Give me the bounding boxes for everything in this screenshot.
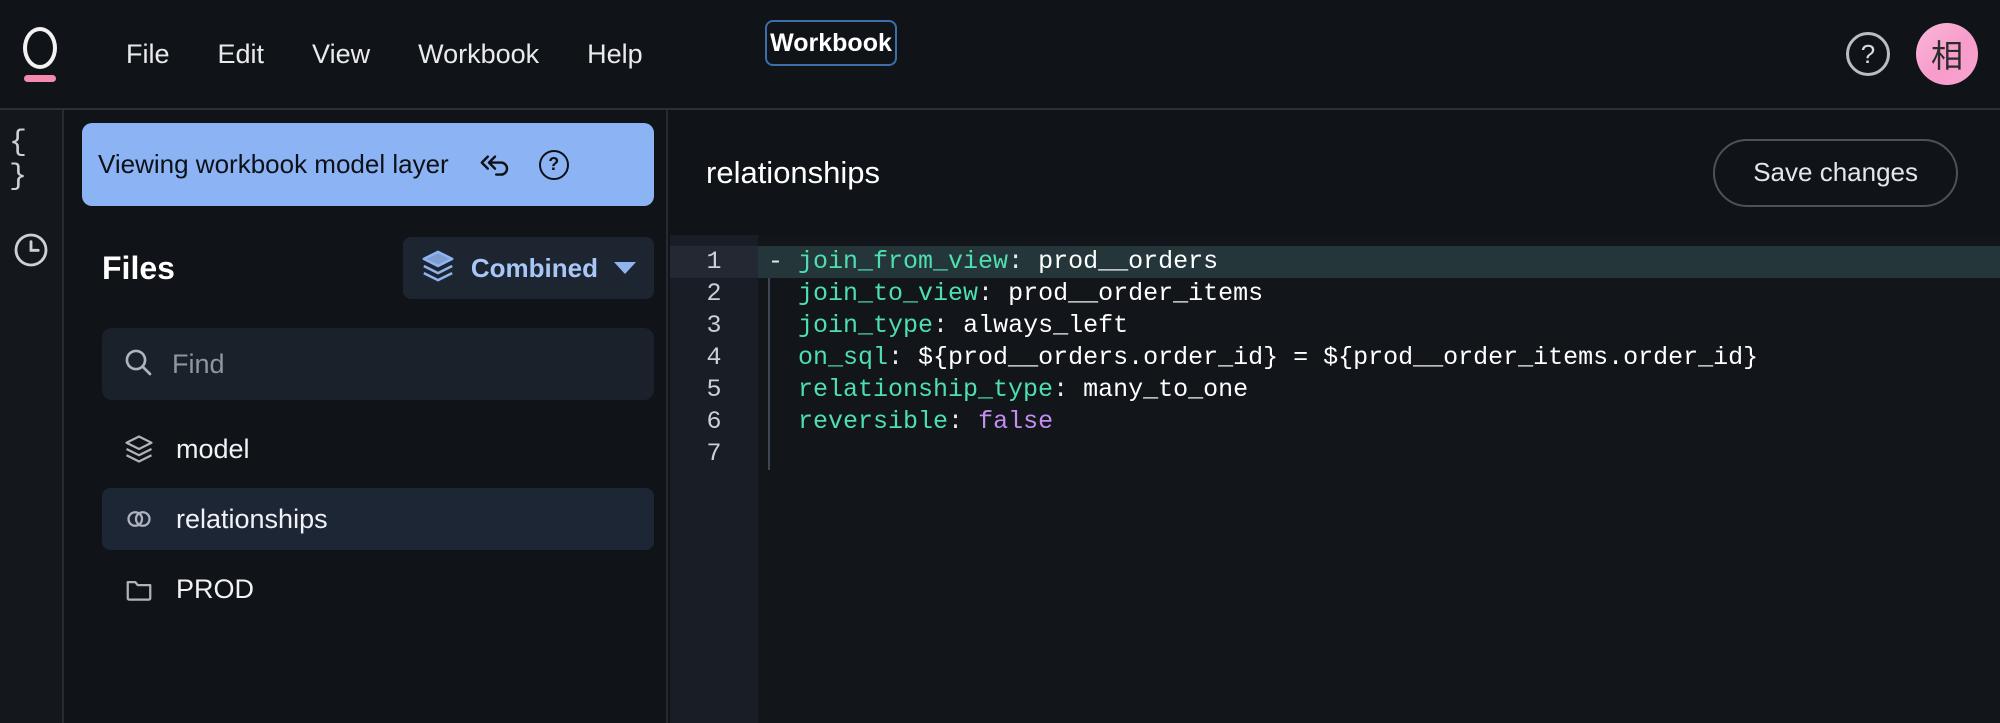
folder-icon	[124, 574, 154, 604]
menu-item-view[interactable]: View	[288, 29, 394, 80]
model-layer-banner: Viewing workbook model layer ?	[82, 123, 654, 206]
code-line[interactable]: reversible: false	[758, 406, 2000, 438]
chevron-down-icon	[614, 262, 636, 274]
editor-header: relationships Save changes	[670, 110, 2000, 235]
code-token: :	[888, 343, 919, 372]
file-list: model relationships PROD	[102, 418, 654, 628]
file-item-label: relationships	[176, 503, 328, 534]
code-token: join_from_view	[798, 247, 1009, 276]
search-box[interactable]	[102, 328, 654, 400]
file-item-label: PROD	[176, 573, 255, 604]
workbook-mode-label: Workbook	[770, 28, 892, 57]
code-token: on_sql	[798, 343, 889, 372]
clock-history-icon[interactable]	[9, 228, 53, 272]
line-number: 2	[706, 279, 722, 308]
code-line[interactable]: relationship_type: many_to_one	[758, 374, 2000, 406]
top-menu-bar: File Edit View Workbook Help Workbook ? 相	[0, 0, 2000, 108]
line-number: 3	[706, 311, 722, 340]
search-input[interactable]	[172, 348, 602, 380]
code-token: relationship_type	[798, 375, 1054, 404]
avatar[interactable]: 相	[1916, 23, 1978, 85]
menu-item-file[interactable]: File	[102, 29, 194, 80]
model-layer-banner-label: Viewing workbook model layer	[98, 149, 449, 179]
code-area[interactable]: 12 3 4 5 6 7 - join_from_view: prod__orders j…	[670, 235, 2000, 723]
avatar-initial: 相	[1930, 37, 1963, 75]
code-token: join_type	[798, 311, 934, 340]
branch-selector-button[interactable]: Combined	[402, 237, 654, 299]
code-line[interactable]: join_type: always_left	[758, 310, 2000, 342]
code-token: always_left	[963, 311, 1129, 340]
menu-item-edit[interactable]: Edit	[194, 29, 289, 80]
file-item-label: model	[176, 433, 250, 464]
undo-double-arrow-icon[interactable]	[477, 150, 513, 180]
omni-ring-logo-icon	[23, 26, 57, 69]
app-logo[interactable]	[8, 26, 72, 82]
code-token: :	[1053, 375, 1084, 404]
help-glyph: ?	[1860, 38, 1876, 69]
code-editor-panel: relationships Save changes 12 3 4 5 6 7 - joi…	[670, 110, 2000, 723]
files-title: Files	[102, 249, 175, 286]
save-changes-button[interactable]: Save changes	[1713, 138, 1958, 207]
code-braces-glyph: { }	[9, 126, 30, 194]
code-token: :	[1008, 247, 1039, 276]
menu-list: File Edit View Workbook Help	[102, 29, 667, 80]
code-braces-icon[interactable]: { }	[9, 126, 53, 194]
code-token: false	[978, 407, 1054, 436]
code-line[interactable]: on_sql: ${prod__orders.order_id} = ${pro…	[758, 342, 2000, 374]
line-number: 6	[706, 407, 722, 436]
file-item-prod[interactable]: PROD	[102, 558, 654, 620]
link-rings-icon	[124, 504, 154, 534]
line-number: 4	[706, 343, 722, 372]
code-content[interactable]: - join_from_view: prod__orders join_to_v…	[758, 235, 2000, 723]
help-icon[interactable]: ?	[1846, 32, 1890, 76]
code-line[interactable]: join_to_view: prod__order_items	[758, 278, 2000, 310]
files-panel: Viewing workbook model layer ? Files Com…	[66, 110, 668, 723]
line-number: 5	[706, 375, 722, 404]
code-token: -	[768, 247, 799, 276]
layers-icon	[421, 249, 455, 288]
code-token: prod__order_items	[1008, 279, 1264, 308]
code-line[interactable]: - join_from_view: prod__orders	[758, 246, 2000, 278]
code-token: :	[978, 279, 1009, 308]
code-line[interactable]	[758, 438, 2000, 470]
line-number: 1	[670, 246, 758, 278]
search-icon	[122, 346, 154, 383]
code-token: :	[948, 407, 979, 436]
line-number: 7	[706, 439, 722, 468]
file-item-model[interactable]: model	[102, 418, 654, 480]
code-token: join_to_view	[798, 279, 979, 308]
code-token: prod__orders	[1038, 247, 1219, 276]
code-token: reversible	[798, 407, 949, 436]
banner-help-icon[interactable]: ?	[538, 149, 569, 180]
files-header: Files Combined	[102, 232, 654, 304]
file-item-relationships[interactable]: relationships	[102, 488, 654, 550]
line-number-gutter: 12 3 4 5 6 7	[670, 235, 758, 723]
code-token: :	[933, 311, 964, 340]
layers-icon	[124, 434, 154, 464]
topbar-actions: ? 相	[1846, 0, 1978, 108]
editor-file-title: relationships	[706, 154, 881, 190]
code-token: many_to_one	[1083, 375, 1249, 404]
branch-selector-label: Combined	[470, 252, 598, 283]
code-token: ${prod__orders.order_id} = ${prod__order…	[918, 343, 1759, 372]
logo-accent-underline	[24, 74, 56, 82]
workbook-mode-button[interactable]: Workbook	[765, 20, 897, 66]
menu-item-workbook[interactable]: Workbook	[394, 29, 563, 80]
left-icon-rail: { }	[0, 110, 64, 723]
menu-item-help[interactable]: Help	[563, 29, 667, 80]
